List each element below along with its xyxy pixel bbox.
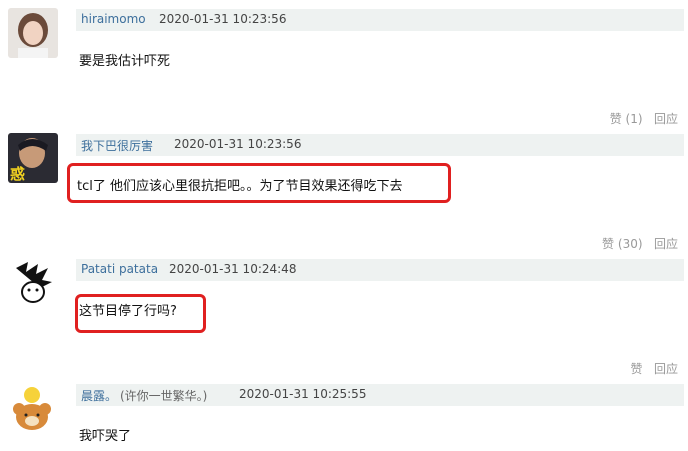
avatar-image <box>8 258 58 308</box>
like-count: (30) <box>617 237 643 251</box>
avatar-image <box>8 383 58 433</box>
timestamp: 2020-01-31 10:24:48 <box>169 262 297 276</box>
highlight-box <box>75 294 206 333</box>
avatar-text: 惑 <box>10 165 26 183</box>
avatar-image <box>8 8 58 58</box>
user-note: (许你一世繁华。) <box>120 389 208 403</box>
comment-item: hiraimomo 2020-01-31 10:23:56 要是我估计吓死 赞 … <box>0 0 688 130</box>
timestamp: 2020-01-31 10:25:55 <box>239 387 367 401</box>
like-button[interactable]: 赞 (30) <box>602 237 642 251</box>
like-label: 赞 <box>609 112 622 126</box>
avatar[interactable] <box>8 8 58 58</box>
comment-header: hiraimomo 2020-01-31 10:23:56 <box>76 9 684 31</box>
timestamp: 2020-01-31 10:23:56 <box>159 12 287 26</box>
comment-actions: 赞 (1) 回应 <box>610 110 678 127</box>
comment-item: 晨露。 (许你一世繁华。) 2020-01-31 10:25:55 我吓哭了 <box>0 0 688 444</box>
username-link[interactable]: 晨露。 <box>81 387 117 404</box>
avatar[interactable] <box>8 258 58 308</box>
comment-actions: 赞 (30) 回应 <box>602 235 678 252</box>
comment-header: 晨露。 (许你一世繁华。) 2020-01-31 10:25:55 <box>76 384 684 406</box>
reply-button[interactable]: 回应 <box>654 362 678 376</box>
highlight-box <box>67 163 451 203</box>
timestamp: 2020-01-31 10:23:56 <box>174 137 302 151</box>
avatar[interactable] <box>8 383 58 433</box>
like-button[interactable]: 赞 <box>631 362 643 376</box>
comment-text: 要是我估计吓死 <box>79 54 171 69</box>
reply-button[interactable]: 回应 <box>654 237 678 251</box>
comment-header: 我下巴很厉害 2020-01-31 10:23:56 <box>76 134 684 156</box>
comment-header: Patati patata 2020-01-31 10:24:48 <box>76 259 684 281</box>
like-button[interactable]: 赞 (1) <box>610 112 643 126</box>
comment-text: 我吓哭了 <box>79 429 132 444</box>
like-label: 赞 <box>602 237 615 251</box>
avatar[interactable]: 惑 <box>8 133 58 183</box>
username-link[interactable]: Patati patata <box>81 262 158 276</box>
reply-button[interactable]: 回应 <box>654 112 678 126</box>
username-link[interactable]: 我下巴很厉害 <box>81 137 153 154</box>
comment-actions: 赞 回应 <box>631 360 678 377</box>
username-link[interactable]: hiraimomo <box>81 12 146 26</box>
like-count: (1) <box>625 112 643 126</box>
